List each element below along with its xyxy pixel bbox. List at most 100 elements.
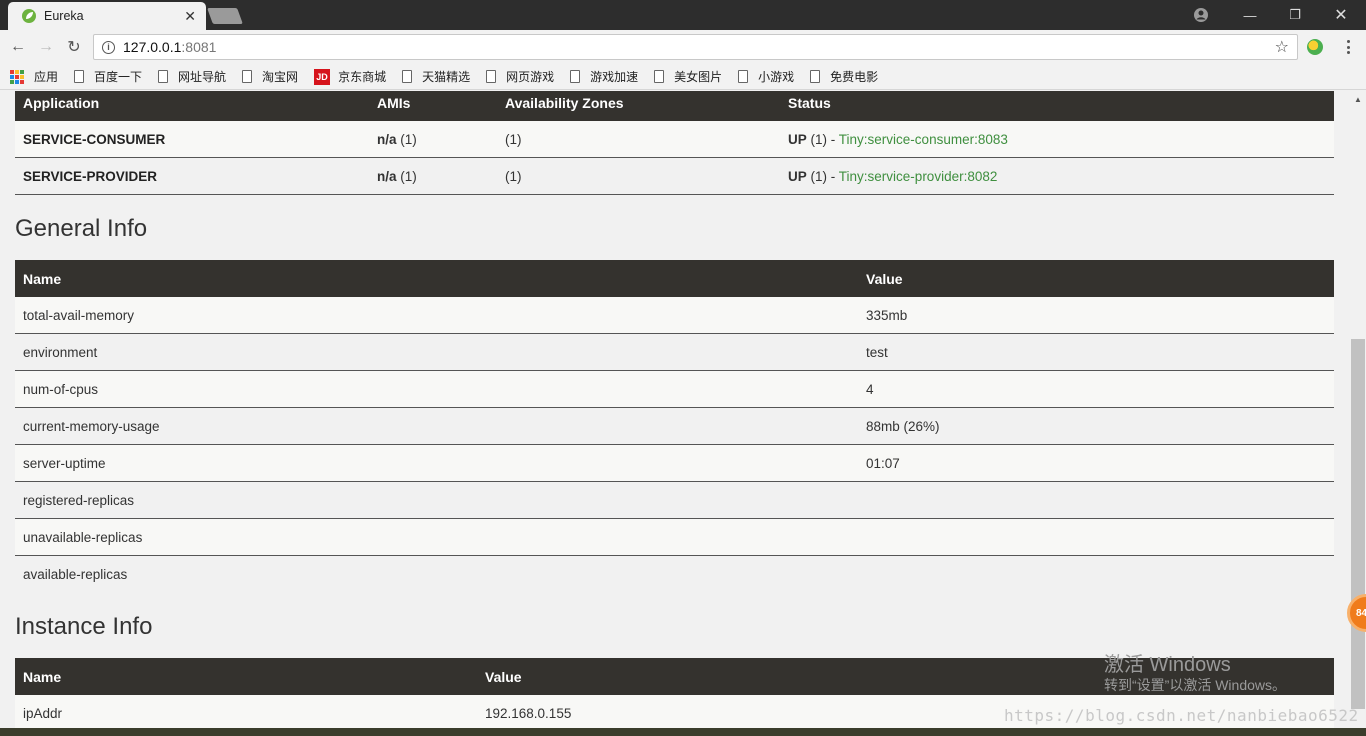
browser-toolbar: ← → ↻ i 127.0.0.1 :8081 ☆ <box>0 30 1366 64</box>
bookmark-label: 小游戏 <box>758 70 795 84</box>
applications-table: Application AMIs Availability Zones Stat… <box>15 91 1334 195</box>
bookmark-label: 游戏加速 <box>590 70 639 84</box>
minimize-button[interactable]: — <box>1227 0 1273 30</box>
table-row: unavailable-replicas <box>15 519 1334 556</box>
info-value: 335mb <box>866 308 908 323</box>
general-info-table: Name Value total-avail-memory 335mb envir… <box>15 260 1334 593</box>
status-value: UP <box>788 169 807 184</box>
info-name: server-uptime <box>23 456 106 471</box>
info-value: 192.168.0.155 <box>485 706 572 721</box>
section-title-instance-info: Instance Info <box>15 613 153 640</box>
new-tab-button[interactable] <box>207 8 243 24</box>
amis-count: (1) <box>400 132 417 147</box>
amis-cell: n/a (1) <box>377 169 417 184</box>
bookmark-label: 网页游戏 <box>506 70 555 84</box>
table-row: server-uptime 01:07 <box>15 445 1334 482</box>
info-name: registered-replicas <box>23 493 135 508</box>
table-row: environment test <box>15 334 1334 371</box>
info-name: current-memory-usage <box>23 419 160 434</box>
apps-grid-icon <box>10 69 24 84</box>
forward-arrow-icon[interactable]: → <box>36 37 56 57</box>
bookmark-apps[interactable]: 应用 <box>10 68 58 85</box>
page-content: Application AMIs Availability Zones Stat… <box>0 91 1350 736</box>
bookmark-label: 免费电影 <box>830 70 879 84</box>
page-icon <box>810 70 821 83</box>
profile-icon[interactable] <box>1178 0 1224 30</box>
spring-leaf-icon <box>22 9 36 23</box>
bookmark-label: 京东商城 <box>338 70 387 84</box>
extension-icon[interactable] <box>1307 39 1323 55</box>
info-icon[interactable]: i <box>102 40 115 54</box>
table-row: current-memory-usage 88mb (26%) <box>15 408 1334 445</box>
bookmark-label: 淘宝网 <box>262 70 299 84</box>
info-value: 4 <box>866 382 874 397</box>
zones-cell: (1) <box>505 132 522 147</box>
bookmark-item[interactable]: 小游戏 <box>738 68 794 85</box>
bookmark-label: 网址导航 <box>178 70 227 84</box>
bookmark-star-icon[interactable]: ☆ <box>1275 37 1289 57</box>
bookmark-item[interactable]: 百度一下 <box>74 68 142 85</box>
tab-eureka[interactable]: Eureka ✕ <box>8 2 206 30</box>
bookmark-label: 美女图片 <box>674 70 723 84</box>
restore-button[interactable]: ❐ <box>1272 0 1318 30</box>
url-host: 127.0.0.1 <box>123 39 182 55</box>
table-row: num-of-cpus 4 <box>15 371 1334 408</box>
jd-logo-icon: JD <box>314 68 331 85</box>
tab-bar: Eureka ✕ — ❐ ✕ <box>0 0 1366 30</box>
blog-watermark-url: https://blog.csdn.net/nanbiebao6522 <box>1004 706 1359 725</box>
status-value: UP <box>788 132 807 147</box>
table-row: SERVICE-PROVIDER n/a (1) (1) UP (1) - Ti… <box>15 158 1334 195</box>
bookmark-label: 应用 <box>34 70 59 84</box>
info-name: available-replicas <box>23 567 128 582</box>
instance-link[interactable]: Tiny:service-provider:8082 <box>839 169 998 184</box>
scrollbar-thumb[interactable] <box>1351 339 1365 709</box>
activation-watermark-subtitle: 转到“设置”以激活 Windows。 <box>1104 677 1287 693</box>
bookmark-label: 百度一下 <box>94 70 143 84</box>
section-title-general-info: General Info <box>15 215 148 242</box>
amis-cell: n/a (1) <box>377 132 417 147</box>
bookmark-item[interactable]: 淘宝网 <box>242 68 298 85</box>
table-row: SERVICE-CONSUMER n/a (1) (1) UP (1) - Ti… <box>15 121 1334 158</box>
table-header: Name Value <box>15 260 1334 297</box>
reload-icon[interactable]: ↻ <box>64 37 84 57</box>
tab-close-icon[interactable]: ✕ <box>184 9 196 23</box>
browser-menu-icon[interactable] <box>1340 39 1356 55</box>
page-icon <box>158 70 169 83</box>
page-scrollbar[interactable]: ▲ <box>1350 91 1366 736</box>
info-name: environment <box>23 345 98 360</box>
instance-link[interactable]: Tiny:service-consumer:8083 <box>839 132 1008 147</box>
page-icon <box>402 70 413 83</box>
close-window-button[interactable]: ✕ <box>1318 0 1364 30</box>
bookmark-item[interactable]: 网址导航 <box>158 68 226 85</box>
address-bar[interactable]: i 127.0.0.1 :8081 ☆ <box>93 34 1298 60</box>
column-header: Status <box>788 95 831 111</box>
bookmark-item[interactable]: 游戏加速 <box>570 68 638 85</box>
tab-title: Eureka <box>44 9 84 23</box>
status-cell: UP (1) - Tiny:service-provider:8082 <box>788 169 997 184</box>
page-icon <box>486 70 497 83</box>
url-port: :8081 <box>181 39 217 55</box>
info-name: total-avail-memory <box>23 308 135 323</box>
page-icon <box>738 70 749 83</box>
application-name: SERVICE-PROVIDER <box>23 169 158 184</box>
page-icon <box>570 70 581 83</box>
amis-value: n/a <box>377 132 397 147</box>
scroll-up-arrow-icon[interactable]: ▲ <box>1354 95 1362 104</box>
application-name: SERVICE-CONSUMER <box>23 132 166 147</box>
zones-cell: (1) <box>505 169 522 184</box>
column-header: Name <box>23 669 62 685</box>
bookmark-item[interactable]: JD 京东商城 <box>314 68 386 85</box>
table-row: available-replicas <box>15 556 1334 593</box>
activation-watermark-title: 激活 Windows <box>1104 654 1231 676</box>
bookmarks-bar: 应用 百度一下 网址导航 淘宝网 JD 京东商城 天猫精选 网页游戏 游戏加速 美… <box>0 64 1366 90</box>
amis-value: n/a <box>377 169 397 184</box>
back-arrow-icon[interactable]: ← <box>8 37 28 57</box>
user-icon <box>1194 8 1208 22</box>
info-name: ipAddr <box>23 706 63 721</box>
bookmark-item[interactable]: 网页游戏 <box>486 68 554 85</box>
bookmark-item[interactable]: 美女图片 <box>654 68 722 85</box>
bookmark-item[interactable]: 天猫精选 <box>402 68 470 85</box>
bookmark-item[interactable]: 免费电影 <box>810 68 878 85</box>
info-value: test <box>866 345 888 360</box>
info-name: unavailable-replicas <box>23 530 143 545</box>
